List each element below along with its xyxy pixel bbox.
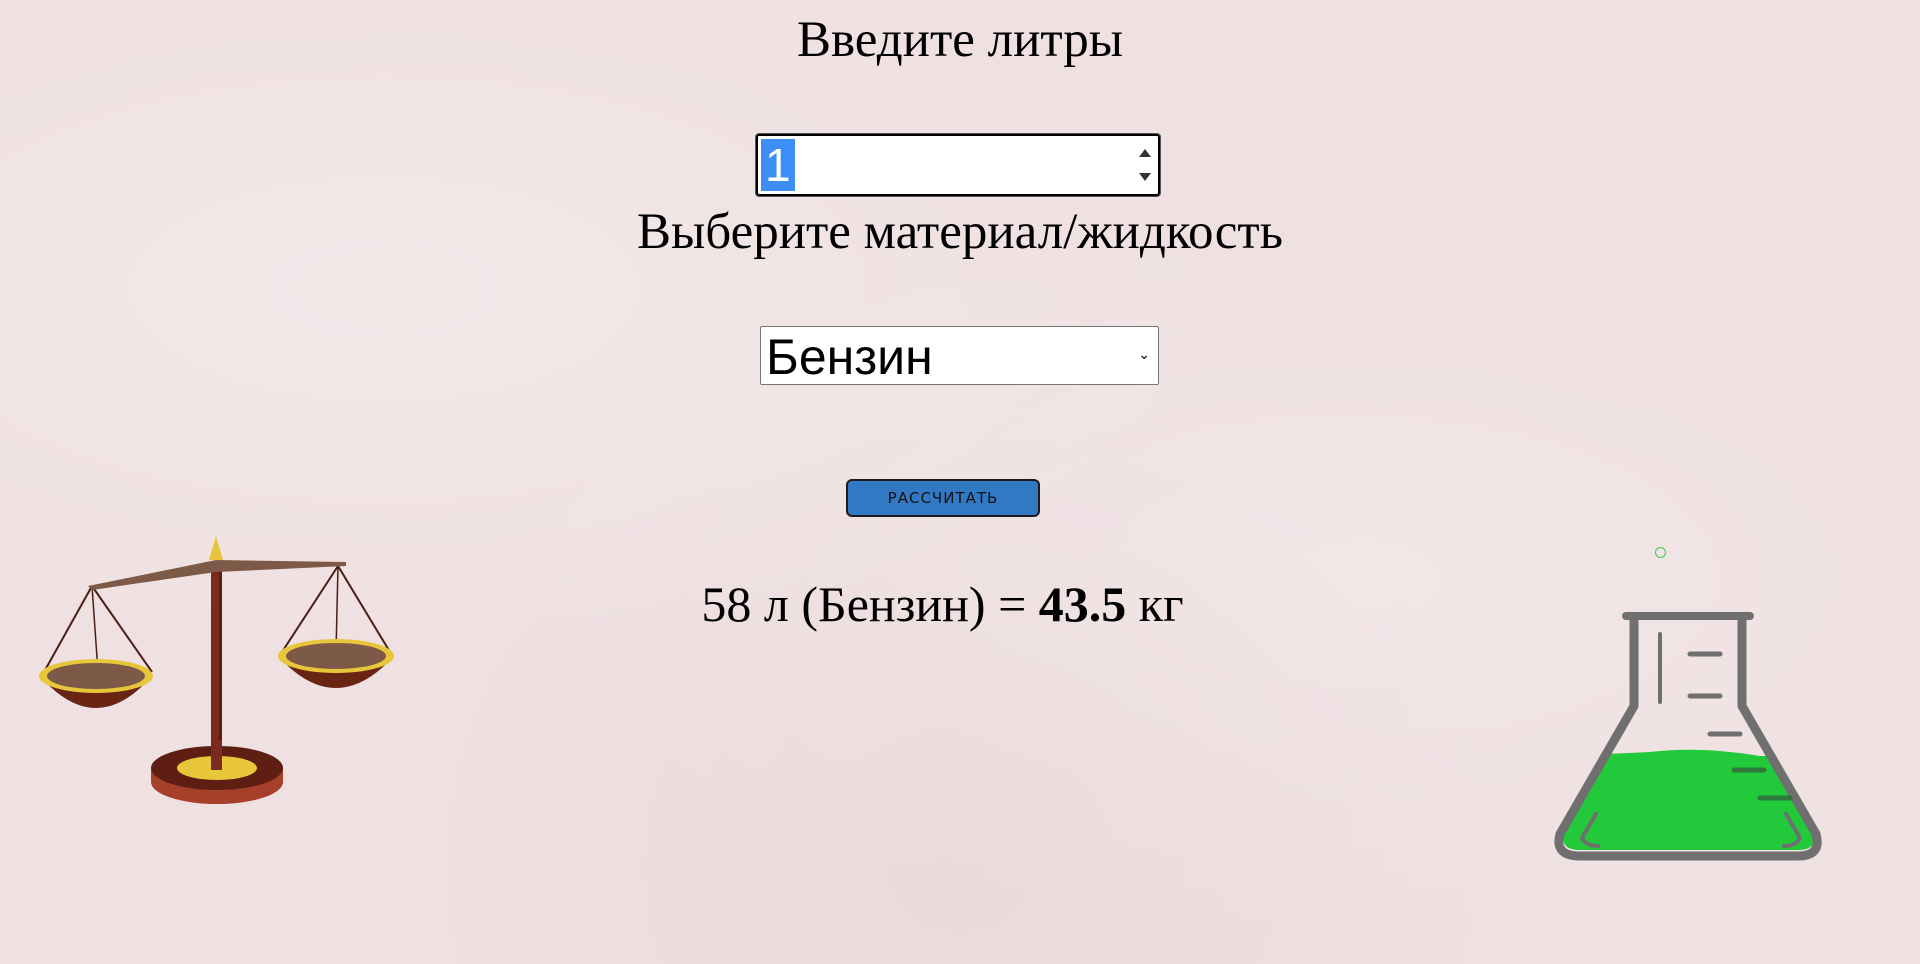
liters-input-value[interactable]: 1 — [761, 139, 795, 191]
result-liters-unit: л — [763, 576, 789, 632]
result-equals: = — [998, 576, 1027, 632]
spinner-down-icon[interactable] — [1139, 173, 1151, 181]
material-select-value[interactable]: Бензин — [766, 329, 933, 385]
flask-icon — [1554, 612, 1822, 861]
scales-icon — [39, 536, 394, 804]
chevron-down-icon[interactable]: ⌄ — [1138, 347, 1150, 363]
result-mass: 43.5 — [1038, 576, 1127, 632]
result-liters: 58 — [701, 576, 752, 632]
mouse-cursor — [1655, 547, 1666, 558]
material-select[interactable]: Бензин ⌄ — [760, 326, 1159, 385]
liters-heading: Введите литры — [796, 12, 1124, 68]
calculate-button[interactable]: РАССЧИТАТЬ — [846, 479, 1040, 517]
result-mass-unit: кг — [1138, 576, 1184, 632]
spinner-up-icon[interactable] — [1139, 149, 1151, 157]
material-heading: Выберите материал/жидкость — [637, 204, 1283, 260]
result-material: (Бензин) — [801, 576, 986, 632]
liters-spinner[interactable] — [1136, 140, 1154, 190]
liters-input[interactable]: 1 — [755, 133, 1161, 197]
